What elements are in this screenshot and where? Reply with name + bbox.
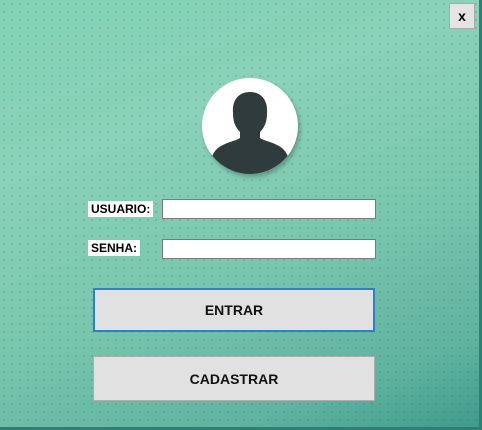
password-label: SENHA: xyxy=(88,240,141,256)
user-silhouette-icon xyxy=(202,78,298,174)
username-label: USUARIO: xyxy=(88,201,154,217)
password-input[interactable] xyxy=(162,239,376,259)
enter-button[interactable]: ENTRAR xyxy=(93,288,375,332)
close-button[interactable]: x xyxy=(449,3,475,29)
register-button[interactable]: CADASTRAR xyxy=(93,356,375,401)
username-input[interactable] xyxy=(162,199,376,219)
